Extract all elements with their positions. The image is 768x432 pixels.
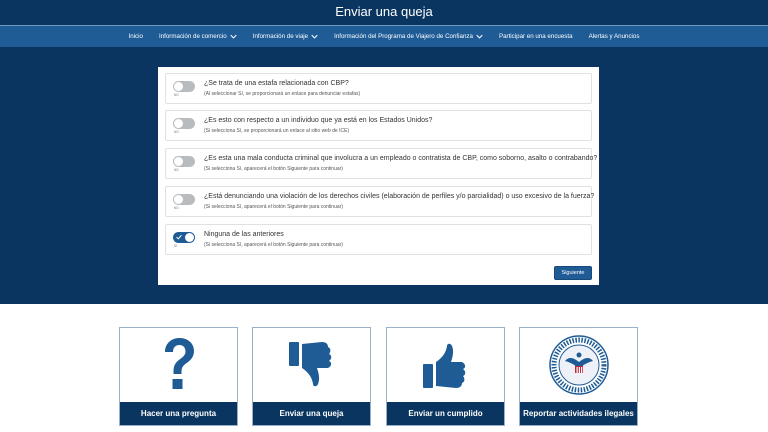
thumbs-up-icon [387, 328, 504, 402]
tile-ask-question[interactable]: Hacer una pregunta [119, 327, 238, 426]
toggle-state-label: NO [174, 130, 179, 134]
chevron-down-icon [476, 34, 483, 39]
nav-item-label: Participar en una encuesta [498, 33, 573, 40]
cbp-seal-icon [520, 328, 637, 402]
question-hint: (Al seleccionar Sí, se proporcionará un … [204, 91, 361, 97]
toggle-knob [174, 157, 183, 166]
nav-item-inicio[interactable]: Inicio [121, 33, 151, 40]
nav-item-label: Información de comercio [158, 33, 227, 40]
main-nav: Inicio Información de comercio Informaci… [0, 25, 768, 47]
toggle-state-label: NO [174, 93, 179, 97]
nav-item-label: Inicio [128, 33, 143, 40]
question-hint: (Si selecciona Sí, aparecerá el botón Si… [204, 204, 343, 210]
chevron-down-icon [311, 34, 318, 39]
toggle-switch[interactable] [173, 156, 195, 167]
check-icon [176, 234, 182, 240]
toggle-state-label: NO [174, 206, 179, 210]
questionnaire-card: NO ¿Se trata de una estafa relacionada c… [158, 67, 599, 285]
question-row: NO ¿Es esta una mala conducta criminal q… [165, 148, 597, 179]
question-row: NO ¿Se trata de una estafa relacionada c… [165, 73, 592, 104]
next-button[interactable]: Siguiente [554, 266, 592, 280]
question-text: ¿Está denunciando una violación de los d… [204, 193, 595, 200]
question-text: ¿Es esto con respecto a un individuo que… [204, 117, 433, 124]
toggle-switch[interactable] [173, 194, 195, 205]
nav-item-comercio[interactable]: Información de comercio [151, 33, 245, 40]
toggle-state-label: NO [174, 168, 179, 172]
tile-submit-complaint[interactable]: Enviar una queja [252, 327, 371, 426]
question-row: SI Ninguna de las anteriores (Si selecci… [165, 224, 592, 255]
tile-label: Reportar actividades ilegales [520, 402, 637, 425]
chevron-down-icon [230, 34, 237, 39]
toggle-knob [185, 233, 194, 242]
tile-label: Enviar un cumplido [387, 402, 504, 425]
question-hint: (Si selecciona Sí, aparecerá el botón Si… [204, 166, 343, 172]
question-hint: (Si selecciona Sí, se proporcionará un e… [204, 128, 350, 134]
question-hint: (Si selecciona Sí, aparecerá el botón Si… [204, 242, 343, 248]
tile-report-illegal[interactable]: Reportar actividades ilegales [519, 327, 638, 426]
nav-item-alertas[interactable]: Alertas y Anuncios [581, 33, 648, 40]
question-row: NO ¿Está denunciando una violación de lo… [165, 186, 595, 217]
nav-item-label: Información del Programa de Viajero de C… [334, 33, 473, 40]
toggle-switch[interactable] [173, 118, 195, 129]
page-header: Enviar una queja Inicio Información de c… [0, 0, 768, 304]
tile-label: Hacer una pregunta [120, 402, 237, 425]
toggle-knob [174, 119, 183, 128]
toggle-state-label: SI [174, 244, 178, 248]
toggle-switch[interactable] [173, 232, 195, 243]
toggle-knob [174, 82, 183, 91]
question-text: ¿Es esta una mala conducta criminal que … [204, 155, 598, 162]
thumbs-down-icon [253, 328, 370, 402]
toggle-switch[interactable] [173, 81, 195, 92]
toggle-knob [174, 195, 183, 204]
nav-item-encuesta[interactable]: Participar en una encuesta [491, 33, 581, 40]
page-title: Enviar una queja [335, 4, 433, 19]
question-mark-icon [120, 328, 237, 402]
nav-item-label: Alertas y Anuncios [588, 33, 640, 40]
question-text: ¿Se trata de una estafa relacionada con … [204, 80, 349, 87]
nav-item-viajero-confianza[interactable]: Información del Programa de Viajero de C… [326, 33, 491, 40]
question-row: NO ¿Es esto con respecto a un individuo … [165, 110, 592, 141]
tile-submit-compliment[interactable]: Enviar un cumplido [386, 327, 505, 426]
nav-item-viaje[interactable]: Información de viaje [245, 33, 326, 40]
tile-label: Enviar una queja [253, 402, 370, 425]
question-text: Ninguna de las anteriores [204, 231, 284, 238]
nav-item-label: Información de viaje [252, 33, 309, 40]
